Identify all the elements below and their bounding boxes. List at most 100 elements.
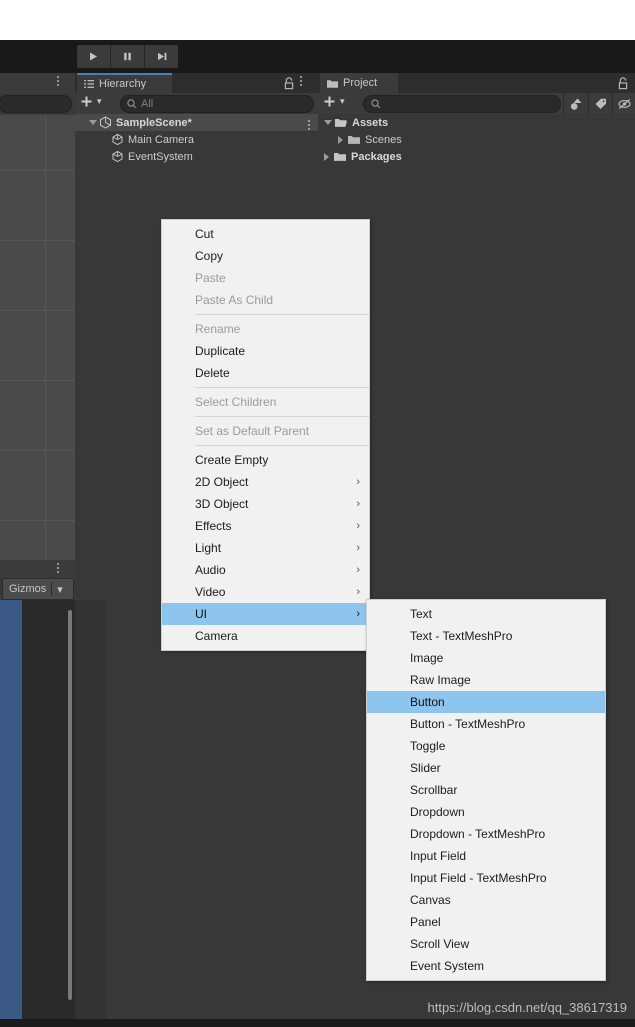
- twisty-expanded-icon[interactable]: [89, 120, 97, 125]
- tab-hierarchy[interactable]: Hierarchy: [77, 73, 172, 93]
- menu-item-effects[interactable]: Effects ›: [162, 515, 369, 537]
- project-hidden-toggle-button[interactable]: [612, 93, 635, 114]
- twisty-collapsed-icon[interactable]: [338, 135, 343, 144]
- hierarchy-row-main-camera[interactable]: Main Camera: [75, 131, 318, 148]
- submenu-item-label: Raw Image: [410, 673, 471, 687]
- menu-item-copy[interactable]: Copy: [162, 245, 369, 267]
- chevron-right-icon: ›: [356, 498, 360, 510]
- project-row-label: Packages: [351, 150, 402, 163]
- submenu-item-label: Slider: [410, 761, 441, 775]
- menu-item-select-children: Select Children: [162, 391, 369, 413]
- hierarchy-row-label: EventSystem: [128, 150, 193, 163]
- project-row-assets[interactable]: Assets: [318, 114, 635, 131]
- project-type-filter-button[interactable]: [563, 93, 588, 114]
- menu-item-duplicate[interactable]: Duplicate: [162, 340, 369, 362]
- menu-item-cut[interactable]: Cut: [162, 223, 369, 245]
- project-row-scenes[interactable]: Scenes: [318, 131, 635, 148]
- submenu-item-panel[interactable]: Panel: [367, 911, 605, 933]
- project-row-packages[interactable]: Packages: [318, 148, 635, 165]
- lock-icon[interactable]: [283, 77, 295, 90]
- folder-icon: [334, 153, 346, 161]
- submenu-item-text-textmeshpro[interactable]: Text - TextMeshPro: [367, 625, 605, 647]
- menu-item-delete[interactable]: Delete: [162, 362, 369, 384]
- gizmos-dropdown[interactable]: Gizmos ▾: [2, 578, 74, 600]
- submenu-item-raw-image[interactable]: Raw Image: [367, 669, 605, 691]
- menu-item-2d-object[interactable]: 2D Object ›: [162, 471, 369, 493]
- pause-button[interactable]: [111, 45, 145, 68]
- submenu-item-text[interactable]: Text: [367, 603, 605, 625]
- menu-item-label: Camera: [195, 629, 238, 643]
- chevron-right-icon: ›: [356, 520, 360, 532]
- submenu-item-scroll-view[interactable]: Scroll View: [367, 933, 605, 955]
- step-button[interactable]: [145, 45, 178, 68]
- page-bottom-strip: [0, 1019, 635, 1027]
- scene-bottom-kebab-menu[interactable]: [57, 563, 59, 573]
- panel-divider-region: [75, 600, 107, 1027]
- project-search-input[interactable]: [363, 95, 561, 113]
- submenu-item-dropdown[interactable]: Dropdown: [367, 801, 605, 823]
- hierarchy-add-button[interactable]: ▾: [80, 95, 102, 108]
- twisty-expanded-icon[interactable]: [324, 120, 332, 125]
- submenu-item-label: Event System: [410, 959, 485, 973]
- scene-view-tabbar: [0, 73, 75, 93]
- project-row-label: Assets: [352, 116, 389, 129]
- menu-separator: [195, 314, 369, 315]
- gameobject-cube-icon: [112, 133, 123, 146]
- hierarchy-scene-kebab-menu[interactable]: [308, 120, 310, 130]
- menu-item-ui[interactable]: UI ›: [162, 603, 369, 625]
- play-button[interactable]: [77, 45, 111, 68]
- menu-item-label: Audio: [195, 563, 226, 577]
- submenu-item-toggle[interactable]: Toggle: [367, 735, 605, 757]
- submenu-item-input-field-textmeshpro[interactable]: Input Field - TextMeshPro: [367, 867, 605, 889]
- submenu-item-label: Dropdown: [410, 805, 465, 819]
- search-icon: [371, 99, 381, 109]
- twisty-collapsed-icon[interactable]: [324, 152, 329, 161]
- console-scrollbar[interactable]: [68, 610, 72, 1000]
- hierarchy-tree: SampleScene* Main Camera EventSystem: [75, 114, 318, 204]
- submenu-item-image[interactable]: Image: [367, 647, 605, 669]
- project-row-label: Scenes: [365, 133, 402, 146]
- menu-item-camera[interactable]: Camera: [162, 625, 369, 647]
- scene-view-grid[interactable]: [0, 115, 75, 578]
- submenu-item-slider[interactable]: Slider: [367, 757, 605, 779]
- hierarchy-row-samplescene[interactable]: SampleScene*: [75, 114, 318, 131]
- menu-item-light[interactable]: Light ›: [162, 537, 369, 559]
- menu-item-create-empty[interactable]: Create Empty: [162, 449, 369, 471]
- chevron-right-icon: ›: [356, 586, 360, 598]
- hierarchy-kebab-menu[interactable]: [300, 76, 302, 86]
- menu-separator: [195, 445, 369, 446]
- project-tree: Assets Scenes Packages: [318, 114, 635, 174]
- hierarchy-search-input[interactable]: All: [120, 95, 314, 113]
- project-add-button[interactable]: ▾: [323, 95, 345, 108]
- menu-item-set-as-default-parent: Set as Default Parent: [162, 420, 369, 442]
- page-top-whitespace: [0, 0, 635, 40]
- chevron-right-icon: ›: [356, 608, 360, 620]
- submenu-item-button[interactable]: Button: [367, 691, 605, 713]
- hierarchy-list-icon: [84, 80, 94, 88]
- scene-view-bottom-bar: [0, 560, 75, 580]
- submenu-item-dropdown-textmeshpro[interactable]: Dropdown - TextMeshPro: [367, 823, 605, 845]
- submenu-item-button-textmeshpro[interactable]: Button - TextMeshPro: [367, 713, 605, 735]
- folder-icon: [348, 136, 360, 144]
- lock-icon[interactable]: [617, 77, 629, 90]
- project-label-filter-button[interactable]: [588, 93, 613, 114]
- gameobject-cube-icon: [112, 150, 123, 163]
- submenu-item-label: Panel: [410, 915, 441, 929]
- menu-item-video[interactable]: Video ›: [162, 581, 369, 603]
- submenu-item-label: Image: [410, 651, 444, 665]
- submenu-item-scrollbar[interactable]: Scrollbar: [367, 779, 605, 801]
- submenu-item-event-system[interactable]: Event System: [367, 955, 605, 977]
- submenu-item-canvas[interactable]: Canvas: [367, 889, 605, 911]
- scene-view-search-input[interactable]: [0, 95, 72, 113]
- menu-item-label: Video: [195, 585, 226, 599]
- ui-submenu[interactable]: Text Text - TextMeshPro Image Raw Image Butt…: [366, 599, 606, 981]
- menu-item-label: Copy: [195, 249, 224, 263]
- tab-project[interactable]: Project: [320, 73, 398, 93]
- scene-view-kebab-menu[interactable]: [57, 76, 59, 86]
- hierarchy-row-eventsystem[interactable]: EventSystem: [75, 148, 318, 165]
- menu-item-audio[interactable]: Audio ›: [162, 559, 369, 581]
- menu-item-paste: Paste: [162, 267, 369, 289]
- hierarchy-context-menu[interactable]: Cut Copy Paste Paste As Child Rename Duplicat…: [161, 219, 370, 651]
- menu-item-3d-object[interactable]: 3D Object ›: [162, 493, 369, 515]
- submenu-item-input-field[interactable]: Input Field: [367, 845, 605, 867]
